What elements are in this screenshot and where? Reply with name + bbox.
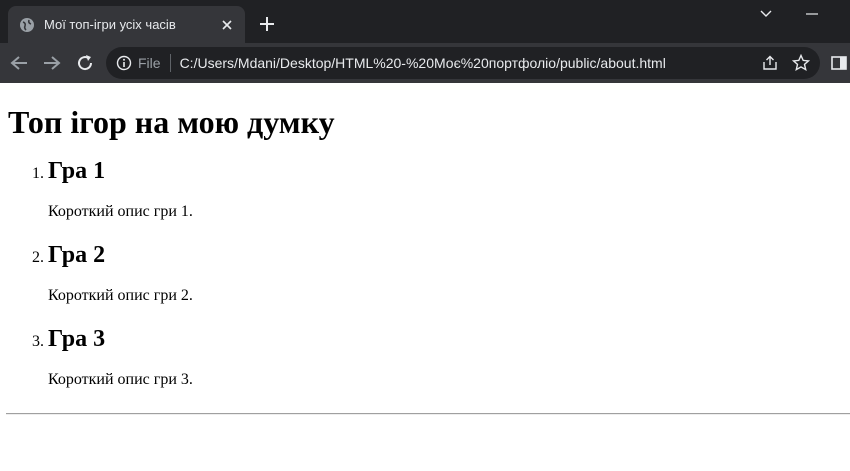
game-description: Короткий опис гри 2. <box>48 287 193 304</box>
page-content: Топ ігор на мою думку Гра 1 Короткий опи… <box>0 104 850 415</box>
game-title: Гра 3 <box>48 326 106 352</box>
toolbar: File C:/Users/Mdani/Desktop/HTML%20-%20М… <box>0 43 850 83</box>
tab-strip: Мої топ-ігри усіх часів <box>0 0 850 43</box>
tab-active[interactable]: Мої топ-ігри усіх часів <box>8 6 245 43</box>
minimize-window-icon[interactable] <box>789 3 835 25</box>
url-text[interactable]: C:/Users/Mdani/Desktop/HTML%20-%20Моє%20… <box>180 55 666 71</box>
close-tab-icon[interactable] <box>219 17 235 33</box>
list-item: Гра 1 Короткий опис гри 1. <box>48 157 842 221</box>
page-heading: Топ ігор на мою думку <box>8 104 335 140</box>
address-divider <box>169 54 171 72</box>
game-description: Короткий опис гри 1. <box>48 203 193 220</box>
share-icon[interactable] <box>762 55 778 71</box>
game-title: Гра 1 <box>48 158 106 184</box>
list-item: Гра 2 Короткий опис гри 2. <box>48 241 842 305</box>
game-title: Гра 2 <box>48 242 106 268</box>
back-arrow-icon[interactable] <box>8 52 30 74</box>
tab-search-chevron-icon[interactable] <box>743 3 789 25</box>
address-bar[interactable]: File C:/Users/Mdani/Desktop/HTML%20-%20М… <box>106 47 820 79</box>
game-description: Короткий опис гри 3. <box>48 371 193 388</box>
list-item: Гра 3 Короткий опис гри 3. <box>48 325 842 389</box>
tab-title: Мої топ-ігри усіх часів <box>44 17 176 32</box>
divider <box>6 413 850 415</box>
info-icon[interactable] <box>116 55 132 71</box>
forward-arrow-icon[interactable] <box>41 52 63 74</box>
globe-icon <box>19 17 35 33</box>
browser-chrome: Мої топ-ігри усіх часів File C:/Users/Md… <box>0 0 850 83</box>
new-tab-button[interactable] <box>257 14 277 34</box>
games-list: Гра 1 Короткий опис гри 1. Гра 2 Коротки… <box>8 157 842 389</box>
side-panel-icon[interactable] <box>830 54 848 72</box>
reload-icon[interactable] <box>74 52 96 74</box>
file-scheme-label: File <box>138 55 161 71</box>
bookmark-star-icon[interactable] <box>791 53 811 72</box>
